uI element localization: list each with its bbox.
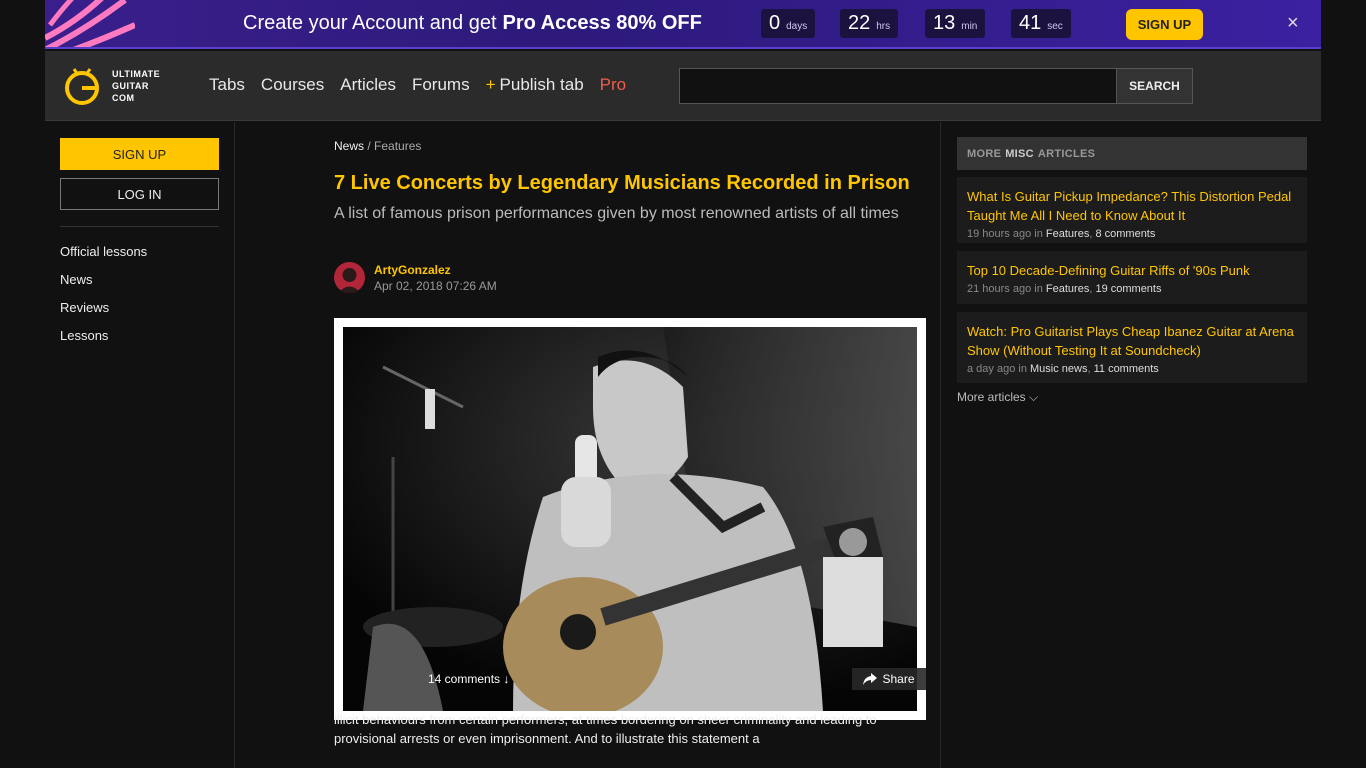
comments-link[interactable]: 14 comments ↓ <box>428 672 509 686</box>
logo-icon <box>65 68 99 105</box>
nav-forums[interactable]: Forums <box>412 75 470 95</box>
nav-courses[interactable]: Courses <box>261 75 324 95</box>
menu-lessons[interactable]: Lessons <box>60 328 147 356</box>
logo-text: ULTIMATE GUITAR COM <box>112 69 161 103</box>
concert-photo <box>343 327 917 711</box>
close-icon[interactable]: × <box>1287 12 1299 35</box>
timer-hours: 22 hrs <box>840 9 899 38</box>
list-item[interactable]: Top 10 Decade-Defining Guitar Riffs of '… <box>957 251 1307 304</box>
author-name[interactable]: ArtyGonzalez <box>374 263 451 277</box>
timer-minutes: 13 min <box>925 9 986 38</box>
menu-reviews[interactable]: Reviews <box>60 300 147 328</box>
share-button[interactable]: Share <box>852 668 926 690</box>
promo-signup-button[interactable]: SIGN UP <box>1126 9 1203 40</box>
nav-publish-tab[interactable]: + Publish tab <box>486 75 584 95</box>
site-header: ULTIMATE GUITAR COM Tabs Courses Article… <box>45 51 1321 121</box>
menu-official-lessons[interactable]: Official lessons <box>60 244 147 272</box>
article-meta: 21 hours ago in Features, 19 comments <box>967 283 1162 295</box>
article-title: 7 Live Concerts by Legendary Musicians R… <box>334 172 910 194</box>
article-link[interactable]: Top 10 Decade-Defining Guitar Riffs of '… <box>967 261 1297 280</box>
breadcrumb: News / Features <box>334 139 422 153</box>
divider <box>60 226 219 227</box>
nav-pro[interactable]: Pro <box>600 75 626 95</box>
article-link[interactable]: Watch: Pro Guitarist Plays Cheap Ibanez … <box>967 322 1297 360</box>
publish-date: Apr 02, 2018 07:26 AM <box>374 279 497 293</box>
right-sidebar: MORE MISC ARTICLES What Is Guitar Pickup I… <box>942 122 1321 768</box>
left-menu: Official lessons News Reviews Lessons <box>60 244 147 356</box>
timer-days: 0 days <box>761 9 816 38</box>
breadcrumb-features[interactable]: Features <box>374 139 421 153</box>
plus-icon: + <box>485 75 496 94</box>
signup-button[interactable]: SIGN UP <box>60 138 219 170</box>
list-item[interactable]: What Is Guitar Pickup Impedance? This Di… <box>957 177 1307 243</box>
promo-text: Create your Account and get Pro Access 80… <box>243 12 702 34</box>
breadcrumb-news[interactable]: News <box>334 139 364 153</box>
article-subtitle: A list of famous prison performances giv… <box>334 205 899 222</box>
list-item[interactable]: Watch: Pro Guitarist Plays Cheap Ibanez … <box>957 312 1307 383</box>
main-nav: Tabs Courses Articles Forums + Publish ta… <box>209 75 626 95</box>
search-input[interactable] <box>679 68 1117 104</box>
article-meta: 19 hours ago in Features, 8 comments <box>967 228 1156 240</box>
article-link[interactable]: What Is Guitar Pickup Impedance? This Di… <box>967 187 1297 225</box>
login-button[interactable]: LOG IN <box>60 178 219 210</box>
logo[interactable]: ULTIMATE GUITAR COM <box>62 66 160 106</box>
leaf-decoration-icon <box>45 0 135 47</box>
left-sidebar: SIGN UP LOG IN Official lessons News Rev… <box>45 122 235 768</box>
author-avatar-icon <box>338 268 361 293</box>
article-main: News / Features 7 Live Concerts by Legen… <box>236 122 941 768</box>
menu-news[interactable]: News <box>60 272 147 300</box>
search-button[interactable]: SEARCH <box>1116 68 1193 104</box>
promo-banner: Create your Account and get Pro Access 80… <box>45 0 1321 49</box>
avatar[interactable] <box>334 262 365 293</box>
article-meta: a day ago in Music news, 11 comments <box>967 363 1159 375</box>
timer-seconds: 41 sec <box>1011 9 1071 38</box>
more-articles-link[interactable]: More articles ⌵ <box>957 390 1038 405</box>
nav-tabs[interactable]: Tabs <box>209 75 245 95</box>
nav-articles[interactable]: Articles <box>340 75 396 95</box>
article-image <box>334 318 926 720</box>
share-icon <box>863 673 878 685</box>
article-body: illicit behaviours from certain performe… <box>334 712 877 746</box>
more-articles-header: MORE MISC ARTICLES <box>957 137 1307 170</box>
